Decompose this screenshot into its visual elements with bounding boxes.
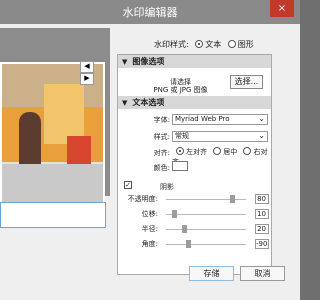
angle-value[interactable]: -90 bbox=[255, 239, 269, 249]
title-bar: 水印编辑器 × bbox=[0, 0, 300, 24]
angle-slider[interactable] bbox=[166, 240, 246, 248]
chevron-down-icon: ⌄ bbox=[258, 131, 265, 140]
radius-slider-thumb bbox=[182, 225, 187, 233]
shadow-checkbox[interactable]: ✓ bbox=[124, 181, 132, 189]
color-label: 颜色: bbox=[153, 164, 170, 172]
font-label: 字体: bbox=[153, 116, 170, 124]
align-left-radio[interactable] bbox=[176, 147, 184, 155]
preview-image bbox=[0, 62, 105, 216]
watermark-style-label: 水印样式: bbox=[154, 40, 189, 49]
align-right-radio[interactable] bbox=[243, 147, 252, 155]
offset-label: 位移: bbox=[141, 210, 158, 218]
offset-value[interactable]: 10 bbox=[255, 209, 269, 219]
text-radio-label: 文本 bbox=[205, 40, 222, 49]
style-label: 样式: bbox=[153, 133, 170, 141]
preview-area: ◀ ▶ bbox=[0, 28, 110, 216]
image-hint: 请选择 PNG 或 JPG 图像 bbox=[153, 78, 208, 94]
cancel-button[interactable]: 取消 bbox=[240, 266, 285, 281]
opacity-value[interactable]: 80 bbox=[255, 194, 269, 204]
radius-slider[interactable] bbox=[166, 225, 246, 233]
window-title: 水印编辑器 bbox=[122, 6, 178, 19]
style-select[interactable]: 常规 ⌄ bbox=[172, 131, 268, 142]
font-select[interactable]: Myriad Web Pro ⌄ bbox=[172, 114, 268, 125]
angle-slider-thumb bbox=[186, 240, 191, 248]
graphic-radio[interactable] bbox=[227, 40, 236, 48]
image-options-header[interactable]: ▼ 图像选项 bbox=[118, 55, 271, 68]
watermark-text-input[interactable] bbox=[0, 202, 106, 228]
offset-slider[interactable] bbox=[166, 210, 246, 218]
close-button[interactable]: × bbox=[270, 0, 294, 17]
radius-value[interactable]: 20 bbox=[255, 224, 269, 234]
opacity-label: 不透明度: bbox=[127, 195, 158, 203]
angle-label: 角度: bbox=[141, 240, 158, 248]
text-options-header[interactable]: ▼ 文本选项 bbox=[118, 96, 271, 109]
previous-icon[interactable]: ◀ bbox=[80, 61, 94, 73]
settings-panel: ▼ 图像选项 请选择 PNG 或 JPG 图像 选择... ▼ 文本选项 字体: M… bbox=[117, 54, 272, 275]
choose-image-button[interactable]: 选择... bbox=[230, 75, 263, 89]
opacity-slider-thumb bbox=[230, 195, 235, 203]
color-swatch[interactable] bbox=[172, 161, 188, 171]
preview-nav: ◀ ▶ bbox=[80, 61, 110, 85]
save-button[interactable]: 存储 bbox=[189, 266, 234, 281]
chevron-down-icon: ⌄ bbox=[258, 114, 265, 123]
text-options-title: 文本选项 bbox=[132, 98, 165, 107]
align-label: 对齐: bbox=[153, 149, 170, 157]
opacity-slider[interactable] bbox=[166, 195, 246, 203]
radius-label: 半径: bbox=[141, 225, 158, 233]
image-options-title: 图像选项 bbox=[132, 57, 165, 66]
graphic-radio-label: 图形 bbox=[237, 40, 254, 49]
shadow-label: 阴影 bbox=[160, 183, 174, 191]
text-radio[interactable] bbox=[195, 40, 204, 48]
next-icon[interactable]: ▶ bbox=[80, 73, 94, 85]
watermark-style-row: 水印样式: 文本 图形 bbox=[154, 39, 274, 51]
offset-slider-thumb bbox=[172, 210, 177, 218]
align-center-radio[interactable] bbox=[213, 147, 222, 155]
